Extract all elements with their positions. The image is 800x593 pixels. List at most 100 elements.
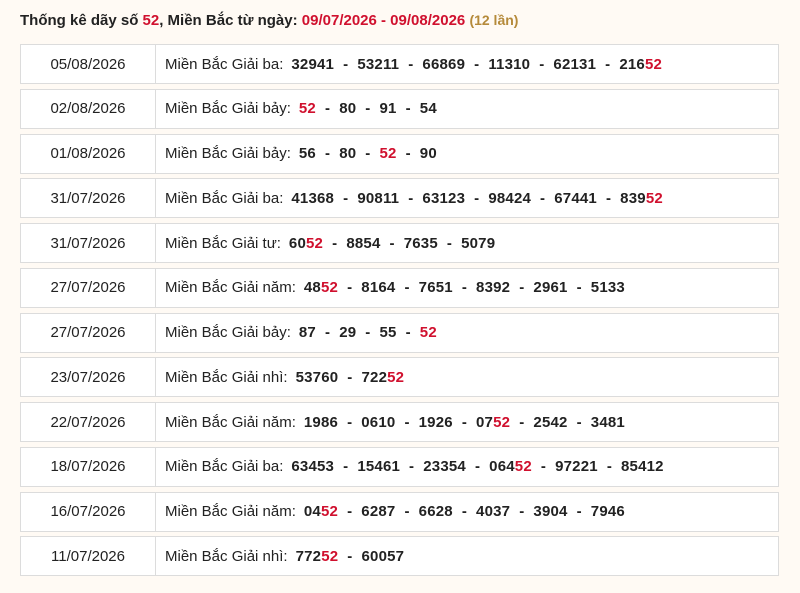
number-separator: - bbox=[606, 458, 613, 476]
prize-number: 54 bbox=[420, 100, 437, 117]
row-date: 01/08/2026 bbox=[21, 134, 156, 173]
number-highlight: 52 bbox=[320, 503, 339, 520]
number-separator: - bbox=[405, 100, 411, 118]
number-highlight: 52 bbox=[387, 368, 405, 386]
table-row: 01/08/2026 Miền Bắc Giải bảy: 56-80-52-90 bbox=[20, 133, 779, 174]
title-count: (12 lần) bbox=[469, 12, 519, 28]
prize-number: 97221 bbox=[555, 458, 598, 475]
number-separator: - bbox=[409, 458, 415, 476]
prize-number: 98424 bbox=[488, 190, 531, 207]
table-row: 11/07/2026 Miền Bắc Giải nhì: 77252-60057 bbox=[20, 536, 779, 577]
prize-numbers: 32941-53211-66869-11310-62131-21652 bbox=[291, 56, 662, 73]
prize-number: 60057 bbox=[362, 548, 405, 565]
number-digits: 63453 bbox=[291, 458, 335, 476]
number-separator: - bbox=[347, 547, 353, 565]
number-digits: 4037 bbox=[476, 503, 511, 520]
prize-number: 53760 bbox=[296, 369, 339, 386]
number-digits: 07 bbox=[476, 413, 494, 431]
number-digits: 7946 bbox=[590, 503, 625, 520]
prize-number: 8164 bbox=[361, 279, 395, 296]
number-digits: 90 bbox=[419, 145, 437, 162]
number-digits: 772 bbox=[295, 547, 322, 565]
number-digits: 8164 bbox=[361, 279, 396, 297]
prize-number: 66869 bbox=[422, 56, 465, 73]
number-separator: - bbox=[461, 503, 468, 520]
prize-number: 90 bbox=[420, 145, 437, 162]
row-date: 27/07/2026 bbox=[21, 268, 156, 307]
row-result: Miền Bắc Giải năm: 1986-0610-1926-0752-25… bbox=[156, 403, 778, 441]
prize-number: 2542 bbox=[533, 414, 567, 431]
prize-number: 0752 bbox=[476, 414, 510, 431]
table-row: 18/07/2026 Miền Bắc Giải ba: 63453-15461-2… bbox=[20, 446, 779, 487]
row-date: 16/07/2026 bbox=[21, 492, 156, 531]
prize-number: 80 bbox=[339, 100, 356, 117]
number-separator: - bbox=[519, 503, 525, 520]
table-row: 27/07/2026 Miền Bắc Giải bảy: 87-29-55-52 bbox=[20, 312, 779, 353]
number-separator: - bbox=[519, 279, 525, 297]
page-title: Thống kê dãy số 52, Miền Bắc từ ngày: 09… bbox=[20, 12, 518, 29]
prize-number: 1926 bbox=[419, 414, 453, 431]
title-prefix: Thống kê dãy số bbox=[20, 12, 139, 29]
number-digits: 23354 bbox=[423, 458, 466, 476]
number-digits: 064 bbox=[489, 458, 515, 476]
row-result: Miền Bắc Giải ba: 32941-53211-66869-11310… bbox=[156, 45, 778, 83]
number-digits: 41368 bbox=[291, 189, 335, 207]
number-digits: 5079 bbox=[461, 234, 496, 252]
title-date-range: 09/07/2026 - 09/08/2026 bbox=[301, 12, 466, 29]
prize-numbers: 77252-60057 bbox=[296, 548, 405, 565]
number-separator: - bbox=[332, 234, 338, 252]
number-separator: - bbox=[540, 189, 546, 207]
number-separator: - bbox=[347, 279, 353, 297]
number-digits: 839 bbox=[620, 189, 646, 207]
number-digits: 62131 bbox=[553, 55, 597, 73]
prize-number: 63453 bbox=[291, 458, 334, 475]
number-separator: - bbox=[519, 413, 525, 431]
number-digits: 32941 bbox=[291, 55, 335, 73]
number-digits: 3904 bbox=[533, 503, 568, 520]
prize-numbers: 41368-90811-63123-98424-67441-83952 bbox=[291, 190, 663, 207]
prize-number: 3904 bbox=[533, 503, 567, 520]
prize-number: 7651 bbox=[419, 279, 453, 296]
number-separator: - bbox=[605, 189, 612, 207]
number-digits: 8392 bbox=[476, 279, 511, 297]
prize-number: 6052 bbox=[289, 235, 323, 252]
prize-number: 0610 bbox=[361, 414, 395, 431]
number-digits: 216 bbox=[619, 55, 645, 73]
row-date: 31/07/2026 bbox=[21, 224, 156, 262]
number-highlight: 52 bbox=[514, 458, 532, 476]
number-digits: 53211 bbox=[357, 55, 400, 73]
prize-number: 21652 bbox=[619, 56, 662, 73]
prize-numbers: 0452-6287-6628-4037-3904-7946 bbox=[304, 503, 625, 520]
number-digits: 2542 bbox=[533, 413, 568, 431]
number-digits: 0610 bbox=[361, 413, 396, 431]
number-highlight: 52 bbox=[493, 413, 511, 431]
number-separator: - bbox=[389, 234, 395, 252]
row-result: Miền Bắc Giải ba: 41368-90811-63123-98424… bbox=[156, 179, 778, 217]
row-date: 18/07/2026 bbox=[21, 447, 156, 486]
number-highlight: 52 bbox=[645, 189, 663, 207]
prize-number: 3481 bbox=[591, 414, 625, 431]
prize-number: 7635 bbox=[404, 235, 438, 252]
prize-label: Miền Bắc Giải ba: bbox=[165, 55, 284, 73]
prize-number: 6628 bbox=[419, 503, 453, 520]
number-separator: - bbox=[446, 234, 453, 252]
table-row: 31/07/2026 Miền Bắc Giải ba: 41368-90811-6… bbox=[20, 178, 779, 219]
prize-numbers: 87-29-55-52 bbox=[299, 324, 437, 341]
prize-number: 1986 bbox=[304, 414, 338, 431]
number-digits: 1986 bbox=[303, 413, 339, 431]
number-digits: 98424 bbox=[488, 189, 532, 207]
number-digits: 54 bbox=[419, 100, 437, 118]
number-highlight: 52 bbox=[321, 547, 339, 565]
prize-numbers: 56-80-52-90 bbox=[299, 145, 437, 162]
number-digits: 04 bbox=[303, 503, 321, 520]
table-row: 31/07/2026 Miền Bắc Giải tư: 6052-8854-763… bbox=[20, 223, 779, 263]
prize-label: Miền Bắc Giải ba: bbox=[165, 458, 284, 476]
number-separator: - bbox=[408, 55, 414, 73]
number-digits: 55 bbox=[379, 324, 397, 341]
row-date: 02/08/2026 bbox=[21, 89, 156, 128]
prize-label: Miền Bắc Giải ba: bbox=[165, 189, 284, 207]
number-separator: - bbox=[343, 458, 349, 476]
prize-number: 06452 bbox=[489, 458, 532, 475]
number-digits: 48 bbox=[303, 279, 321, 297]
number-digits: 2961 bbox=[533, 279, 568, 297]
